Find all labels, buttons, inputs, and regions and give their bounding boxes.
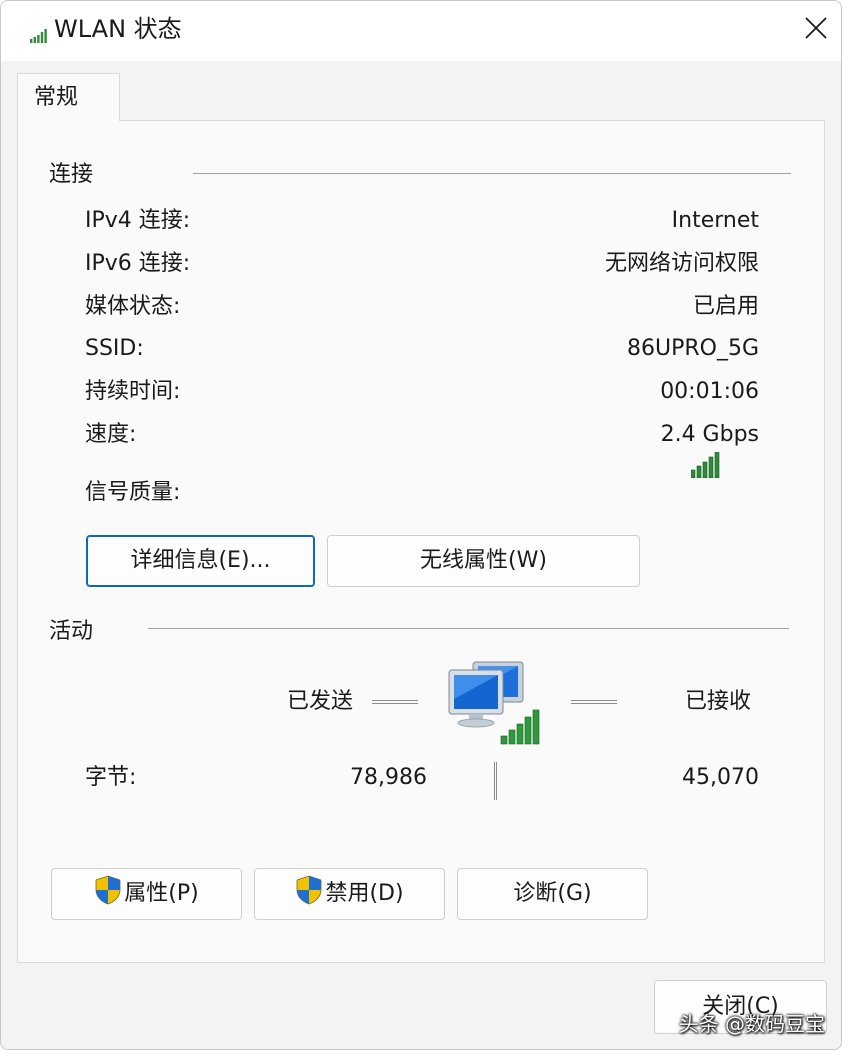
ipv4-value: Internet [671,208,759,233]
activity-separator [494,762,497,800]
uac-shield-icon [94,875,122,914]
bytes-received-value: 45,070 [682,765,759,790]
ipv6-label: IPv6 连接: [85,251,191,276]
disable-button[interactable]: 禁用(D) [254,868,445,920]
close-icon [805,17,827,39]
disable-button-label: 禁用(D) [325,881,404,906]
details-button-label: 详细信息(E)... [130,548,271,573]
wlan-status-dialog: WLAN 状态 常规 连接 IPv4 连接: Internet IPv6 连接:… [0,0,842,1050]
speed-value: 2.4 Gbps [660,422,759,447]
signal-quality-label: 信号质量: [85,480,181,505]
bytes-label: 字节: [85,765,137,790]
ssid-label: SSID: [85,336,144,361]
watermark-text: 头条 @数码豆宝 [678,1012,825,1036]
bytes-sent-value: 78,986 [350,765,427,790]
tab-general-label: 常规 [34,85,79,110]
tab-general[interactable]: 常规 [17,73,120,121]
wireless-properties-button[interactable]: 无线属性(W) [327,535,640,587]
ipv6-value: 无网络访问权限 [604,251,759,276]
received-line [571,700,617,704]
properties-button-label: 属性(P) [124,881,199,906]
media-state-value: 已启用 [692,294,759,319]
details-button[interactable]: 详细信息(E)... [86,535,315,587]
wireless-properties-button-label: 无线属性(W) [420,548,547,573]
media-state-label: 媒体状态: [85,294,181,319]
properties-button[interactable]: 属性(P) [51,868,242,920]
uac-shield-icon [295,875,323,914]
signal-quality-icon [691,452,720,478]
wifi-signal-icon [30,28,48,43]
activity-group-divider [148,628,789,629]
duration-label: 持续时间: [85,379,181,404]
received-label: 已接收 [685,689,752,714]
duration-value: 00:01:06 [660,379,759,404]
diagnose-button-label: 诊断(G) [513,881,592,906]
connection-group-divider [193,173,791,174]
ipv4-label: IPv4 连接: [85,208,191,233]
sent-label: 已发送 [287,689,354,714]
diagnose-button[interactable]: 诊断(G) [457,868,648,920]
ssid-value: 86UPRO_5G [626,336,759,361]
sent-line [372,700,418,704]
title-bar[interactable]: WLAN 状态 [1,1,841,61]
network-computers-icon [448,661,540,745]
window-close-button[interactable] [781,1,841,57]
connection-group-label: 连接 [49,162,94,187]
speed-label: 速度: [85,422,137,447]
activity-group-label: 活动 [49,619,94,644]
window-title: WLAN 状态 [54,15,182,43]
